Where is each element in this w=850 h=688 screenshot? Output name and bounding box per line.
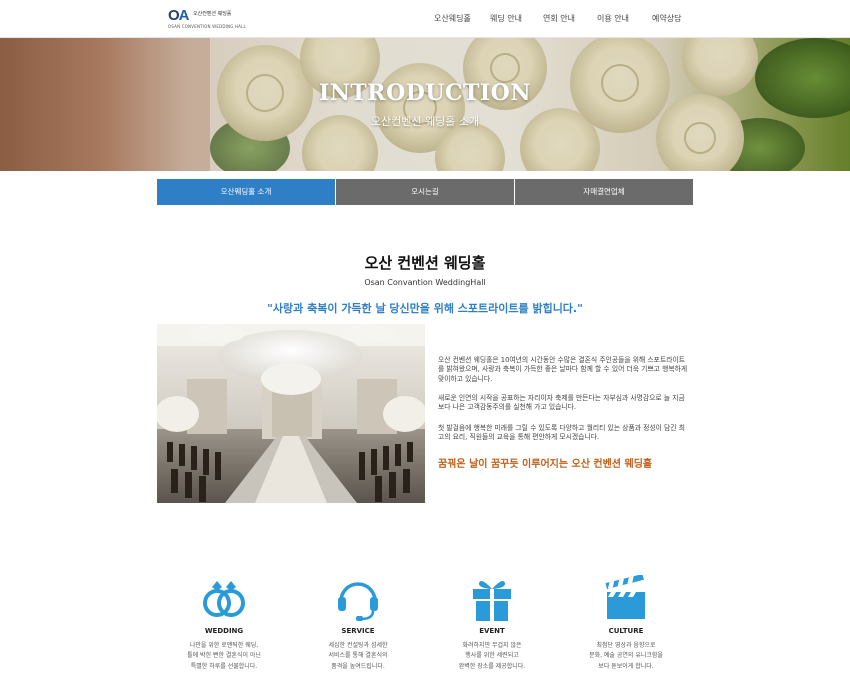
feature-line: 서비스를 통해 결혼식의 <box>328 652 388 660</box>
feature-description: 화려하지만 무겁지 않은 행사를 위한 세련되고 완벽한 장소를 제공합니다. <box>432 641 552 672</box>
nav-item-wedding-hall[interactable]: 오산웨딩홀 <box>434 0 471 38</box>
feature-description: 최첨단 영상과 음향으로 문화, 예술 공연의 유니크함을 보다 돋보이게 합니… <box>566 641 686 672</box>
feature-event: EVENT 화려하지만 무겁지 않은 행사를 위한 세련되고 완벽한 장소를 제… <box>432 575 552 672</box>
tab-introduction[interactable]: 오산웨딩홀 소개 <box>157 179 336 205</box>
feature-line: 품격을 높여드립니다. <box>331 662 385 670</box>
feature-title: SERVICE <box>341 627 375 635</box>
feature-wedding: WEDDING 나만을 위한 로맨틱한 웨딩, 틀에 박힌 뻔한 결혼식이 아닌… <box>164 575 284 672</box>
nav-item-reservation[interactable]: 예약상담 <box>652 0 681 38</box>
wedding-hall-photo <box>157 324 425 503</box>
feature-description: 세심한 컨설팅과 섬세한 서비스를 통해 결혼식의 품격을 높여드립니다. <box>298 641 418 672</box>
feature-line: 문화, 예술 공연의 유니크함을 <box>589 652 663 660</box>
site-header: OA 오산컨벤션 웨딩홀 OSAN CONVENTION WEDDING HAL… <box>0 0 850 38</box>
feature-line: 나만을 위한 로맨틱한 웨딩, <box>189 642 259 649</box>
hero-banner: INTRODUCTION 오산컨벤션 웨딩홀 소개 <box>0 38 850 171</box>
intro-paragraph-1: 오산 컨벤션 웨딩홀은 10여년의 시간동안 수많은 결혼식 주인공들을 위해 … <box>438 356 688 383</box>
nav-item-banquet-info[interactable]: 연회 안내 <box>543 0 575 38</box>
tab-partners[interactable]: 자매결연업체 <box>515 179 693 205</box>
nav-item-wedding-info[interactable]: 웨딩 안내 <box>490 0 522 38</box>
logo-mark-a: A <box>178 7 190 24</box>
feature-title: CULTURE <box>608 627 644 635</box>
intro-slogan: 꿈꿔온 날이 꿈꾸듯 이루어지는 오산 컨벤션 웨딩홀 <box>438 459 653 470</box>
feature-line: 화려하지만 무겁지 않은 <box>462 642 522 649</box>
clapperboard-icon <box>605 575 645 619</box>
intro-english-subtitle: Osan Convantion WeddingHall <box>364 278 486 287</box>
feature-line: 최첨단 영상과 음향으로 <box>596 642 656 649</box>
feature-line: 완벽한 장소를 제공합니다. <box>458 662 526 670</box>
feature-culture: CULTURE 최첨단 영상과 음향으로 문화, 예술 공연의 유니크함을 보다… <box>566 575 686 672</box>
feature-title: WEDDING <box>204 627 244 635</box>
site-logo[interactable]: OA 오산컨벤션 웨딩홀 OSAN CONVENTION WEDDING HAL… <box>168 7 246 31</box>
feature-line: 행사를 위한 세련되고 <box>465 652 519 660</box>
hero-subtitle: 오산컨벤션 웨딩홀 소개 <box>370 115 480 128</box>
logo-mark: OA <box>168 7 190 24</box>
wedding-hall-illustration <box>157 324 425 503</box>
rings-icon <box>203 581 245 617</box>
headset-icon <box>338 582 378 621</box>
feature-title: EVENT <box>479 627 505 635</box>
logo-english-text: OSAN CONVENTION WEDDING HALL <box>168 24 246 29</box>
feature-description: 나만을 위한 로맨틱한 웨딩, 틀에 박힌 뻔한 결혼식이 아닌 특별한 하루를… <box>164 641 284 672</box>
nav-item-usage-info[interactable]: 이용 안내 <box>597 0 629 38</box>
hero-title: INTRODUCTION <box>319 80 531 106</box>
feature-service: SERVICE 세심한 컨설팅과 섬세한 서비스를 통해 결혼식의 품격을 높여… <box>298 575 418 672</box>
logo-mark-o: O <box>168 7 180 24</box>
sub-tabs: 오산웨딩홀 소개 오시는길 자매결연업체 <box>157 179 693 205</box>
feature-line: 보다 돋보이게 합니다. <box>598 662 654 670</box>
intro-quote: "사랑과 축복이 가득한 날 당신만을 위해 스포트라이트를 밝힙니다." <box>267 302 583 315</box>
tab-directions[interactable]: 오시는길 <box>336 179 515 205</box>
intro-title: 오산 컨벤션 웨딩홀 <box>364 254 486 272</box>
intro-paragraph-3: 첫 발걸음에 행복한 미래를 그릴 수 있도록 다양하고 퀄리티 있는 상품과 … <box>438 424 685 442</box>
gift-icon <box>473 581 511 621</box>
intro-paragraph-2: 새로운 인연의 시작을 공표하는 자리이자 축제를 만든다는 자부심과 사명감으… <box>438 394 685 412</box>
feature-line: 특별한 하루를 선물합니다. <box>190 662 258 670</box>
logo-korean-text: 오산컨벤션 웨딩홀 <box>193 11 232 17</box>
feature-line: 틀에 박힌 뻔한 결혼식이 아닌 <box>187 652 261 660</box>
feature-line: 세심한 컨설팅과 섬세한 <box>328 642 388 649</box>
